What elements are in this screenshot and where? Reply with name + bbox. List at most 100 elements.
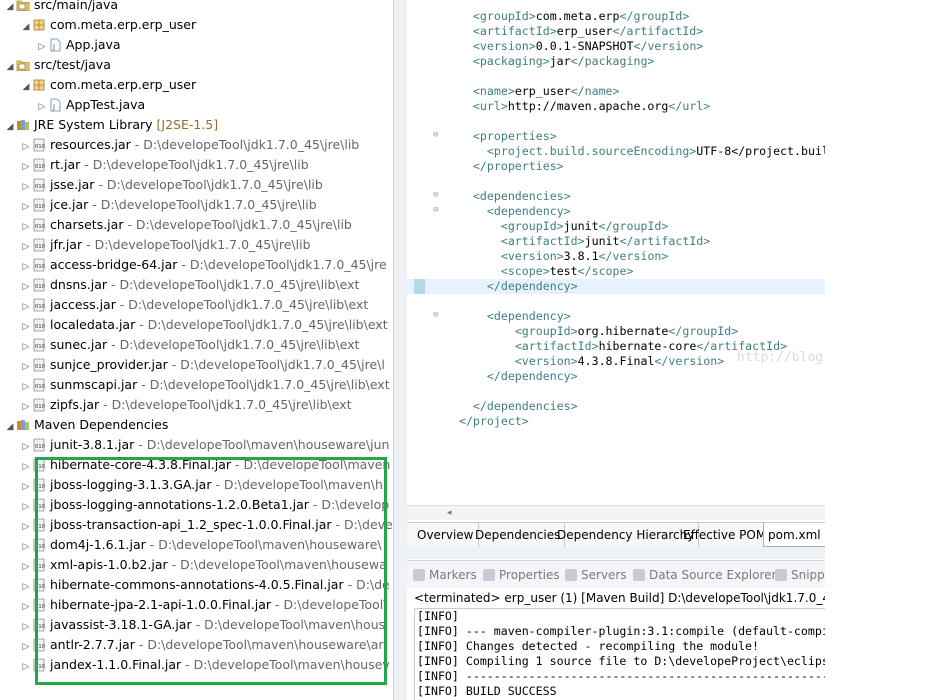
tree-item[interactable]: ▷ 010 jsse.jar - D:\developeTool\jdk1.7.0_… [0,175,393,195]
tree-item[interactable]: ▷ 010 jfr.jar - D:\developeTool\jdk1.7.0_4… [0,235,393,255]
xml-text: junit [584,234,620,248]
collapsed-arrow-icon[interactable]: ▷ [20,617,32,637]
collapsed-arrow-icon[interactable]: ▷ [20,237,32,257]
view-tab-properties[interactable]: Properties [483,561,560,589]
tree-item[interactable]: ▷ 010 sunmscapi.jar - D:\developeTool\jdk1… [0,375,393,395]
collapsed-arrow-icon[interactable]: ▷ [20,577,32,597]
collapsed-arrow-icon[interactable]: ▷ [20,637,32,657]
collapsed-arrow-icon[interactable]: ▷ [20,197,32,217]
tree-item-label: com.meta.erp.erp_user [50,17,197,32]
expanded-arrow-icon[interactable]: ◢ [4,117,16,137]
tree-item[interactable]: ▷ 010 sunjce_provider.jar - D:\developeToo… [0,355,393,375]
collapsed-arrow-icon[interactable]: ▷ [20,437,32,457]
tree-item[interactable]: ▷ 010 sunec.jar - D:\developeTool\jdk1.7.0… [0,335,393,355]
tree-item[interactable]: ▷ 010 jboss-transaction-api_1.2_spec-1.0.0… [0,515,393,535]
tree-item[interactable]: ▷ 010 junit-3.8.1.jar - D:\developeTool\ma… [0,435,393,455]
collapsed-arrow-icon[interactable]: ▷ [20,517,32,537]
tab-overview[interactable]: Overview [413,523,479,547]
tree-item[interactable]: ▷ 010 jboss-logging-3.1.3.GA.jar - D:\deve… [0,475,393,495]
tree-item[interactable]: ▷ 010 rt.jar - D:\developeTool\jdk1.7.0_45… [0,155,393,175]
code-text[interactable]: <groupId>com.meta.erp</groupId> <artifac… [407,9,825,429]
tree-item[interactable]: ▷ J AppTest.java [0,95,393,115]
tree-item[interactable]: ▷ 010 xml-apis-1.0.b2.jar - D:\developeToo… [0,555,393,575]
tree-item[interactable]: ◢ JRE System Library [J2SE-1.5] [0,115,393,135]
pom-editor[interactable]: <groupId>com.meta.erp</groupId> <artifac… [407,0,825,505]
collapsed-arrow-icon[interactable]: ▷ [20,477,32,497]
tree-item-label: sunmscapi.jar [50,377,138,392]
tree-item[interactable]: ◢ Maven Dependencies [0,415,393,435]
tree-item[interactable]: ▷ 010 dnsns.jar - D:\developeTool\jdk1.7.0… [0,275,393,295]
expanded-arrow-icon[interactable]: ◢ [4,57,16,77]
svg-text:010: 010 [35,504,45,510]
tree-item[interactable]: ▷ 010 hibernate-commons-annotations-4.0.5.… [0,575,393,595]
tree-item[interactable]: ▷ 010 jandex-1.1.0.Final.jar - D:\develope… [0,655,393,675]
tree-item[interactable]: ▷ 010 javassist-3.18.1-GA.jar - D:\develop… [0,615,393,635]
expanded-arrow-icon[interactable]: ◢ [4,417,16,437]
tree-item[interactable]: ▷ 010 hibernate-jpa-2.1-api-1.0.0.Final.ja… [0,595,393,615]
xml-tag: </groupId> [619,9,690,23]
panel-divider[interactable] [393,0,408,700]
fold-toggle-icon[interactable]: ⊖ [433,128,438,143]
tree-item[interactable]: ▷ 010 dom4j-1.6.1.jar - D:\developeTool\ma… [0,535,393,555]
collapsed-arrow-icon[interactable]: ▷ [20,537,32,557]
collapsed-arrow-icon[interactable]: ▷ [20,157,32,177]
collapsed-arrow-icon[interactable]: ▷ [20,317,32,337]
jar-icon: 010 [32,558,46,572]
tab-dependencies[interactable]: Dependencies [471,523,566,547]
tree-item[interactable]: ▷ 010 jaccess.jar - D:\developeTool\jdk1.7… [0,295,393,315]
tree-item-path: - D:\developeTool\maven\houseware\jun [134,437,390,452]
view-tab-servers[interactable]: Servers [565,561,627,589]
console-output[interactable]: [INFO] [INFO] --- maven-compiler-plugin:3… [414,608,825,700]
jar-icon: 010 [32,638,46,652]
collapsed-arrow-icon[interactable]: ▷ [20,377,32,397]
tree-item[interactable]: ▷ 010 jce.jar - D:\developeTool\jdk1.7.0_4… [0,195,393,215]
view-tab-data-source-explorer[interactable]: Data Source Explorer [633,561,776,589]
collapsed-arrow-icon[interactable]: ▷ [20,357,32,377]
xml-tag: </version> [654,354,725,368]
tree-item[interactable]: ▷ 010 zipfs.jar - D:\developeTool\jdk1.7.0… [0,395,393,415]
tree-item-label: App.java [66,37,121,52]
view-tab-markers[interactable]: Markers [413,561,477,589]
tab-pom-xml[interactable]: pom.xml [763,523,825,547]
tree-item[interactable]: ▷ 010 hibernate-core-4.3.8.Final.jar - D:\… [0,455,393,475]
tree-item[interactable]: ▷ 010 antlr-2.7.7.jar - D:\developeTool\ma… [0,635,393,655]
tree-item-label: rt.jar [50,157,81,172]
collapsed-arrow-icon[interactable]: ▷ [20,217,32,237]
collapsed-arrow-icon[interactable]: ▷ [20,397,32,417]
fold-toggle-icon[interactable]: ⊖ [433,203,438,218]
collapsed-arrow-icon[interactable]: ▷ [20,597,32,617]
scroll-left-icon[interactable]: ◂ [447,506,452,520]
collapsed-arrow-icon[interactable]: ▷ [20,257,32,277]
collapsed-arrow-icon[interactable]: ▷ [20,277,32,297]
collapsed-arrow-icon[interactable]: ▷ [20,177,32,197]
expanded-arrow-icon[interactable]: ◢ [20,77,32,97]
tree-item-path: - D:\developeTool\jdk1.7.0_45\jre\lib\ex… [115,297,369,312]
xml-text: test [549,264,578,278]
collapsed-arrow-icon[interactable]: ▷ [20,497,32,517]
tree-item[interactable]: ▷ 010 localedata.jar - D:\developeTool\jdk… [0,315,393,335]
horizontal-scrollbar[interactable]: ◂ [407,505,825,520]
collapsed-arrow-icon[interactable]: ▷ [20,137,32,157]
collapsed-arrow-icon[interactable]: ▷ [20,457,32,477]
tree-item[interactable]: ◢ com.meta.erp.erp_user [0,75,393,95]
tree-item[interactable]: ▷ 010 jboss-logging-annotations-1.2.0.Beta… [0,495,393,515]
collapsed-arrow-icon[interactable]: ▷ [36,97,48,117]
tree-item[interactable]: ◢ src/main/java [0,0,393,15]
tab-effective-pom[interactable]: Effective POM [679,523,772,547]
tab-dependency-hierarchy[interactable]: Dependency Hierarchy [553,523,700,547]
collapsed-arrow-icon[interactable]: ▷ [20,557,32,577]
fold-toggle-icon[interactable]: ⊖ [433,188,438,203]
view-tab-snippe[interactable]: Snippe [775,561,825,589]
fold-toggle-icon[interactable]: ⊖ [433,308,438,323]
tree-item[interactable]: ▷ 010 charsets.jar - D:\developeTool\jdk1.… [0,215,393,235]
tree-item[interactable]: ◢ com.meta.erp.erp_user [0,15,393,35]
tree-item[interactable]: ▷ 010 access-bridge-64.jar - D:\developeTo… [0,255,393,275]
tree-item[interactable]: ◢ src/test/java [0,55,393,75]
tree-item[interactable]: ▷ 010 resources.jar - D:\developeTool\jdk1… [0,135,393,155]
collapsed-arrow-icon[interactable]: ▷ [20,337,32,357]
collapsed-arrow-icon[interactable]: ▷ [20,297,32,317]
expanded-arrow-icon[interactable]: ◢ [20,17,32,37]
tree-item[interactable]: ▷ J App.java [0,35,393,55]
collapsed-arrow-icon[interactable]: ▷ [36,37,48,57]
collapsed-arrow-icon[interactable]: ▷ [20,657,32,677]
